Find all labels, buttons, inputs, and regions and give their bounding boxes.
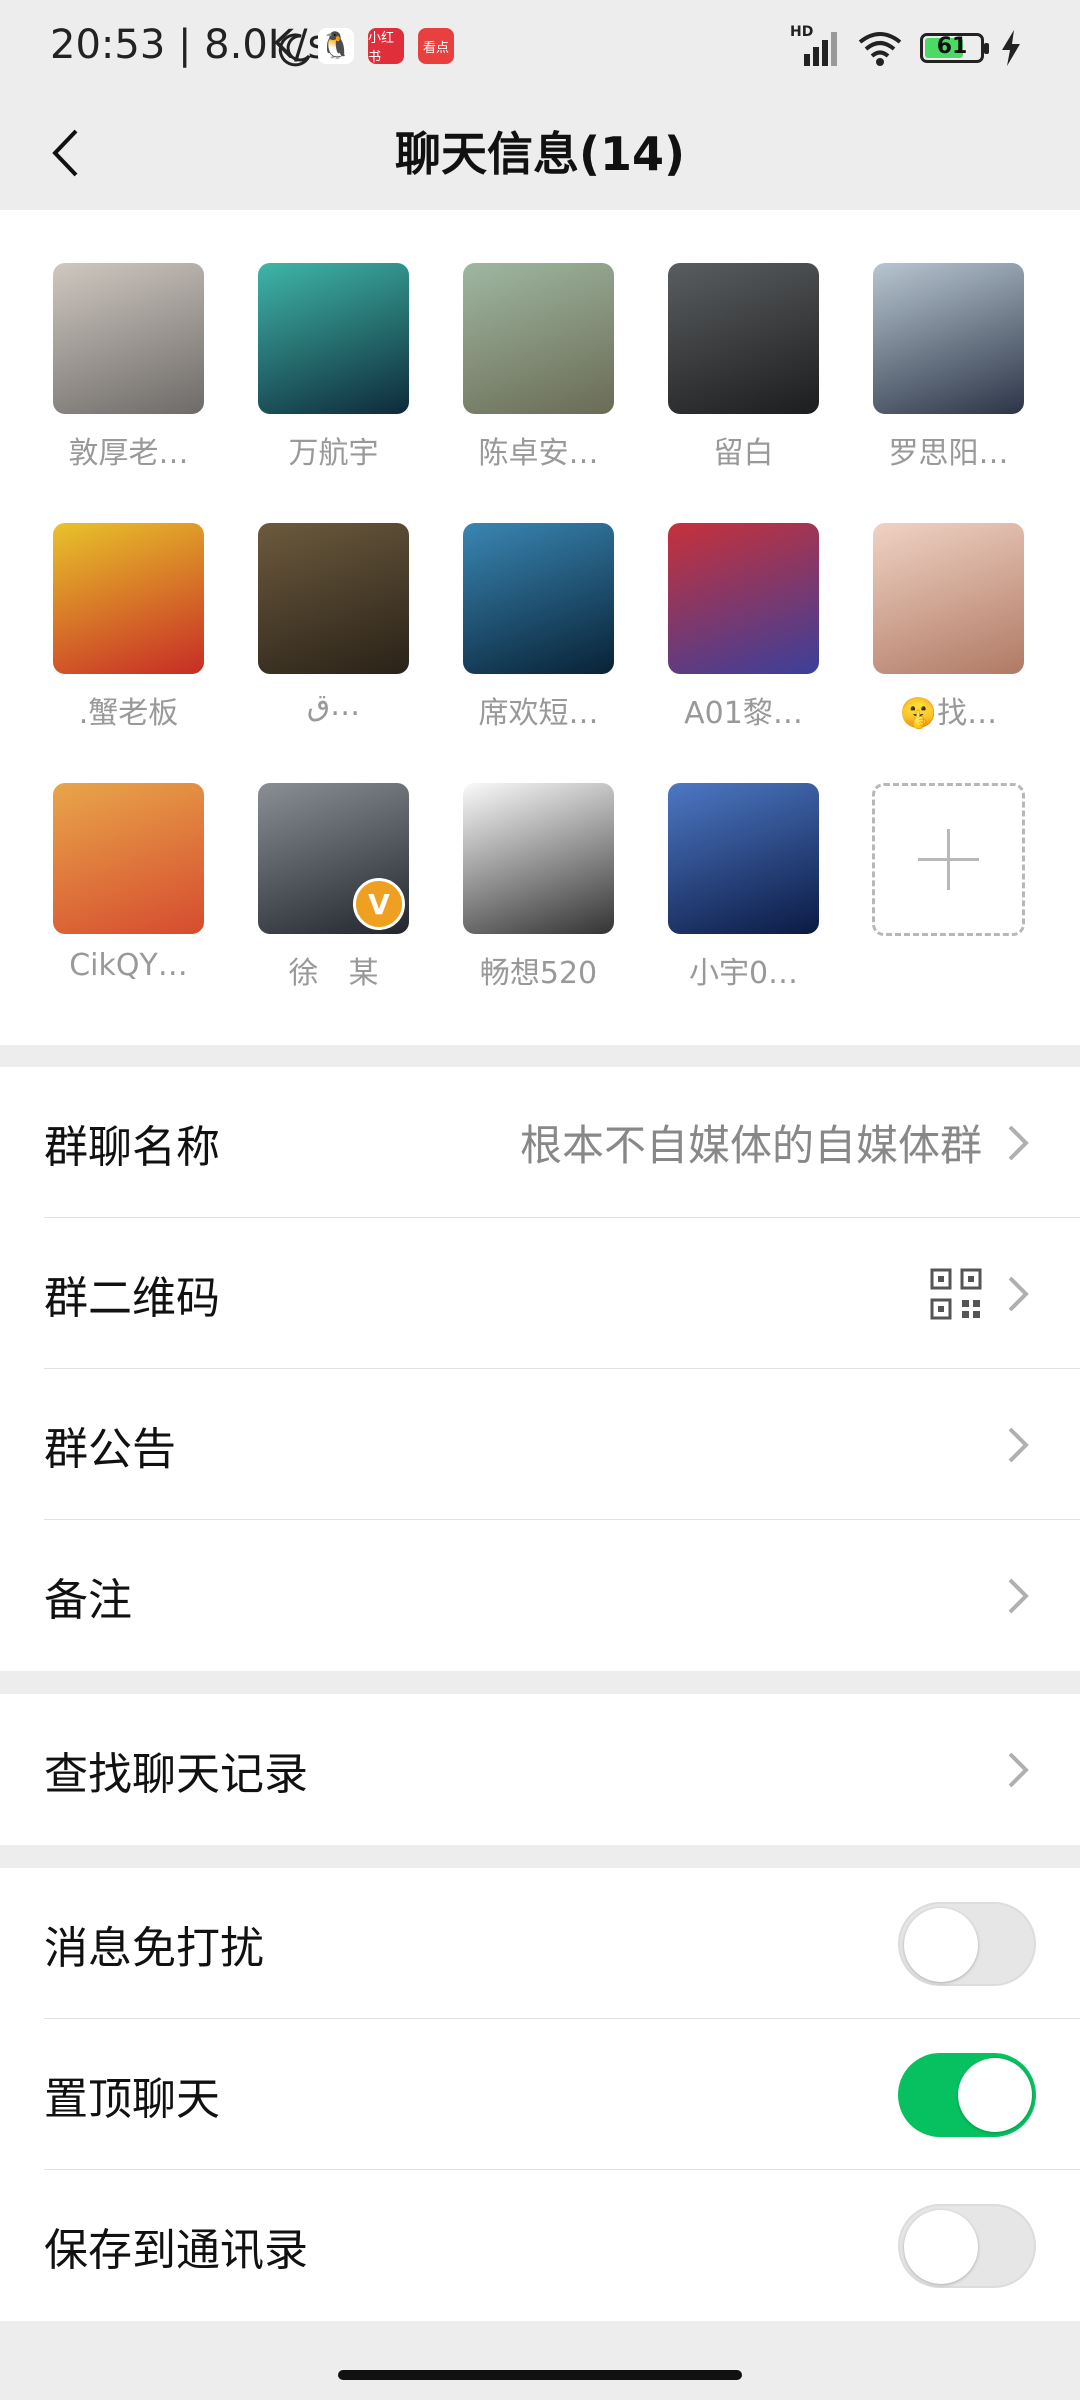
avatar bbox=[258, 523, 409, 674]
wifi-icon bbox=[858, 32, 902, 66]
avatar bbox=[668, 263, 819, 414]
member-name: 陈卓安… bbox=[478, 436, 599, 471]
avatar bbox=[258, 263, 409, 414]
avatar: V bbox=[258, 783, 409, 934]
avatar bbox=[873, 263, 1024, 414]
verified-badge-icon: V bbox=[353, 878, 405, 930]
member-name: 敦厚老… bbox=[68, 436, 189, 471]
member-item[interactable]: .蟹老板 bbox=[53, 523, 204, 783]
remark-label: 备注 bbox=[44, 1574, 132, 1626]
xiaohongshu-icon: 小红书 bbox=[368, 28, 404, 65]
qq-icon: 🐧 bbox=[318, 28, 354, 64]
chevron-right-icon bbox=[1008, 1125, 1029, 1160]
save-contacts-label: 保存到通讯录 bbox=[44, 2224, 308, 2276]
mute-row: 消息免打扰 bbox=[0, 1868, 1080, 2019]
member-panel: 敦厚老… 万航宇 陈卓安… 留白 罗思阳… .蟹老板 ق… 席欢短… A01黎… 🤫找… CikQY… bbox=[0, 210, 1080, 1045]
save-contacts-row: 保存到通讯录 bbox=[0, 2170, 1080, 2321]
pin-toggle[interactable] bbox=[898, 2052, 1036, 2137]
member-name: ق… bbox=[306, 688, 361, 723]
group-name-value: 根本不自媒体的自媒体群 bbox=[519, 1121, 982, 1170]
chevron-right-icon bbox=[1008, 1578, 1029, 1613]
avatar bbox=[463, 783, 614, 934]
battery-icon: 61 bbox=[920, 33, 989, 63]
save-contacts-toggle[interactable] bbox=[898, 2203, 1036, 2288]
chevron-right-icon bbox=[1008, 1276, 1029, 1311]
add-member-item bbox=[872, 783, 1025, 1043]
group-info-section: 群聊名称 根本不自媒体的自媒体群 群二维码 群公告 备注 bbox=[0, 1067, 1080, 1671]
group-notice-label: 群公告 bbox=[44, 1423, 176, 1475]
avatar bbox=[873, 523, 1024, 674]
member-item[interactable]: 席欢短… bbox=[463, 523, 614, 783]
nav-bar: 聊天信息(14) bbox=[0, 100, 1080, 210]
page-title: 聊天信息(14) bbox=[394, 127, 686, 181]
member-item[interactable]: 畅想520 bbox=[463, 783, 614, 1043]
member-name: 席欢短… bbox=[478, 696, 599, 731]
member-item[interactable]: 陈卓安… bbox=[463, 263, 614, 523]
member-name: 小宇0… bbox=[688, 956, 799, 991]
member-name: CikQY… bbox=[69, 948, 188, 983]
member-name: 🤫找… bbox=[899, 696, 998, 731]
member-name: 留白 bbox=[713, 436, 774, 471]
add-member-button[interactable] bbox=[872, 783, 1025, 936]
qrcode-icon bbox=[930, 1268, 982, 1319]
mute-label: 消息免打扰 bbox=[44, 1922, 264, 1974]
chevron-right-icon bbox=[1008, 1427, 1029, 1462]
avatar bbox=[53, 263, 204, 414]
remark-row[interactable]: 备注 bbox=[0, 1520, 1080, 1671]
member-item[interactable]: V 徐 某 bbox=[258, 783, 409, 1043]
avatar bbox=[668, 783, 819, 934]
moon-icon bbox=[278, 33, 311, 67]
member-name: .蟹老板 bbox=[78, 696, 179, 731]
member-name: 徐 某 bbox=[288, 956, 379, 991]
search-history-label: 查找聊天记录 bbox=[44, 1748, 308, 1800]
home-indicator[interactable] bbox=[338, 2370, 742, 2380]
pin-label: 置顶聊天 bbox=[44, 2073, 220, 2125]
battery-level: 61 bbox=[936, 34, 968, 59]
kandian-icon: 看点 bbox=[418, 28, 454, 64]
group-qrcode-label: 群二维码 bbox=[44, 1272, 220, 1324]
member-item[interactable]: ق… bbox=[258, 523, 409, 783]
group-notice-row[interactable]: 群公告 bbox=[0, 1369, 1080, 1520]
avatar bbox=[463, 523, 614, 674]
member-item[interactable]: 罗思阳… bbox=[873, 263, 1024, 523]
member-item[interactable]: 🤫找… bbox=[873, 523, 1024, 783]
avatar bbox=[53, 523, 204, 674]
signal-icon: HD bbox=[788, 24, 840, 68]
status-bar: 20:53 | 8.0K/s 🐧 小红书 看点 HD 61 bbox=[0, 0, 1080, 100]
group-qrcode-row[interactable]: 群二维码 bbox=[0, 1218, 1080, 1369]
member-item[interactable]: 留白 bbox=[668, 263, 819, 523]
member-name: 万航宇 bbox=[288, 436, 379, 471]
avatar bbox=[53, 783, 204, 934]
group-name-label: 群聊名称 bbox=[44, 1121, 220, 1173]
group-name-row[interactable]: 群聊名称 根本不自媒体的自媒体群 bbox=[0, 1067, 1080, 1218]
chevron-right-icon bbox=[1008, 1752, 1029, 1787]
member-item[interactable]: A01黎… bbox=[668, 523, 819, 783]
member-name: 罗思阳… bbox=[888, 436, 1009, 471]
member-item[interactable]: 敦厚老… bbox=[53, 263, 204, 523]
member-name: A01黎… bbox=[684, 696, 803, 731]
member-grid: 敦厚老… 万航宇 陈卓安… 留白 罗思阳… .蟹老板 ق… 席欢短… A01黎… 🤫找… CikQY… bbox=[53, 263, 1027, 1043]
avatar bbox=[463, 263, 614, 414]
member-name: 畅想520 bbox=[479, 956, 598, 991]
mute-toggle[interactable] bbox=[898, 1901, 1036, 1986]
search-section: 查找聊天记录 bbox=[0, 1694, 1080, 1845]
search-history-row[interactable]: 查找聊天记录 bbox=[0, 1694, 1080, 1845]
pin-row: 置顶聊天 bbox=[0, 2019, 1080, 2170]
member-item[interactable]: 万航宇 bbox=[258, 263, 409, 523]
charging-icon bbox=[1002, 30, 1020, 66]
toggle-section: 消息免打扰 置顶聊天 保存到通讯录 bbox=[0, 1868, 1080, 2321]
member-item[interactable]: CikQY… bbox=[53, 783, 204, 1043]
avatar bbox=[668, 523, 819, 674]
member-item[interactable]: 小宇0… bbox=[668, 783, 819, 1043]
